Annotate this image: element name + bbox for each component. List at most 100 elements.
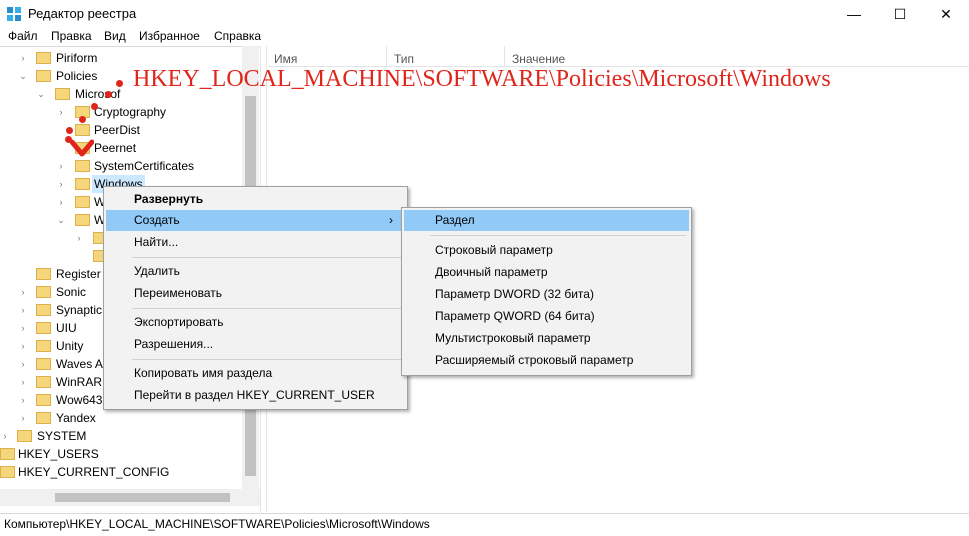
folder-icon [36, 340, 51, 352]
tree-item-label: Peernet [94, 141, 137, 155]
tree-item-label: Policies [56, 69, 98, 83]
expand-arrow-icon[interactable]: › [18, 301, 28, 319]
expand-arrow-icon[interactable]: › [74, 229, 84, 247]
tree-item-label: SYSTEM [37, 429, 87, 443]
folder-icon [36, 286, 51, 298]
ctx-expand[interactable]: Развернуть [134, 189, 203, 210]
menu-separator [430, 235, 686, 236]
collapse-arrow-icon[interactable]: ⌄ [18, 67, 28, 85]
menu-bar: Файл Правка Вид Избранное Справка [0, 28, 969, 46]
folder-icon [75, 178, 90, 190]
ctx-export[interactable]: Экспортировать [134, 312, 224, 333]
expand-arrow-icon[interactable]: › [18, 337, 28, 355]
ctx-rename[interactable]: Переименовать [134, 283, 222, 304]
minimize-button[interactable]: — [831, 0, 877, 28]
expand-arrow-icon[interactable]: › [18, 391, 28, 409]
folder-icon [75, 214, 90, 226]
regedit-app-icon [7, 7, 21, 21]
expand-arrow-icon[interactable]: › [18, 319, 28, 337]
expand-arrow-icon[interactable]: › [0, 427, 10, 445]
tree-item-label: Sonic [56, 285, 87, 299]
create-submenu: Раздел Строковый параметр Двоичный парам… [401, 207, 692, 376]
tree-item-label: PeerDist [94, 123, 141, 137]
menu-file[interactable]: Файл [8, 29, 38, 43]
tree-item-label: Microsof [75, 87, 121, 101]
folder-icon [36, 52, 51, 64]
column-name-header[interactable]: Имя [274, 52, 297, 66]
column-type-header[interactable]: Тип [394, 52, 414, 66]
submenu-expandable-string-value[interactable]: Расширяемый строковый параметр [435, 350, 633, 371]
collapse-arrow-icon[interactable]: ⌄ [56, 211, 66, 229]
tree-item-label: Piriform [56, 51, 98, 65]
status-bar: Компьютер\HKEY_LOCAL_MACHINE\SOFTWARE\Po… [0, 513, 969, 536]
folder-icon [0, 466, 15, 478]
folder-icon [55, 88, 70, 100]
tree-item-label: Wow643 [56, 393, 103, 407]
folder-icon [36, 376, 51, 388]
column-value-header[interactable]: Значение [512, 52, 565, 66]
expand-arrow-icon[interactable]: › [56, 193, 66, 211]
submenu-dword-value[interactable]: Параметр DWORD (32 бита) [435, 284, 594, 305]
window-title: Редактор реестра [28, 6, 137, 21]
ctx-create[interactable]: Создать › [106, 210, 405, 231]
menu-edit[interactable]: Правка [51, 29, 92, 43]
annotation-dot [91, 103, 98, 110]
collapse-arrow-icon[interactable]: ⌄ [36, 85, 46, 103]
ctx-find[interactable]: Найти... [134, 232, 178, 253]
maximize-button[interactable]: ☐ [877, 0, 923, 28]
tree-line [18, 265, 28, 283]
folder-icon [75, 124, 90, 136]
expand-arrow-icon[interactable]: › [18, 355, 28, 373]
tree-item-label: UIU [56, 321, 77, 335]
folder-icon [36, 322, 51, 334]
menu-favorites[interactable]: Избранное [139, 29, 200, 43]
menu-separator [132, 308, 402, 309]
submenu-string-value[interactable]: Строковый параметр [435, 240, 553, 261]
tree-item-label: Yandex [56, 411, 96, 425]
ctx-delete[interactable]: Удалить [134, 261, 180, 282]
ctx-create-label: Создать [134, 213, 180, 227]
expand-arrow-icon[interactable]: › [18, 409, 28, 427]
expand-arrow-icon[interactable]: › [56, 103, 66, 121]
tree-line [74, 247, 84, 265]
tree-horizontal-scroll-thumb[interactable] [55, 493, 230, 502]
folder-icon [75, 160, 90, 172]
column-divider[interactable] [504, 46, 505, 66]
folder-icon [36, 268, 51, 280]
submenu-multistring-value[interactable]: Мультистроковый параметр [435, 328, 591, 349]
annotation-dot [105, 91, 112, 98]
tree-line [56, 121, 66, 139]
annotation-dot [116, 80, 123, 87]
folder-icon [36, 394, 51, 406]
menu-view[interactable]: Вид [104, 29, 126, 43]
column-divider[interactable] [386, 46, 387, 66]
expand-arrow-icon[interactable]: › [56, 157, 66, 175]
tree-item-label: WinRAR [56, 375, 103, 389]
expand-arrow-icon[interactable]: › [18, 283, 28, 301]
ctx-goto-hkcu[interactable]: Перейти в раздел HKEY_CURRENT_USER [134, 385, 375, 406]
submenu-arrow-icon: › [389, 213, 393, 227]
submenu-key[interactable]: Раздел [404, 210, 689, 231]
tree-item-label: SystemCertificates [94, 159, 195, 173]
annotation-dot [66, 127, 73, 134]
folder-icon [36, 412, 51, 424]
tree-item-label: Synaptic [56, 303, 103, 317]
expand-arrow-icon[interactable]: › [56, 175, 66, 193]
expand-arrow-icon[interactable]: › [18, 49, 28, 67]
tree-item-label: Waves A [56, 357, 103, 371]
values-list-header: Имя Тип Значение [268, 46, 969, 67]
ctx-copy-key-name[interactable]: Копировать имя раздела [134, 363, 272, 384]
title-bar: Редактор реестра — ☐ ✕ [0, 0, 969, 28]
status-path: Компьютер\HKEY_LOCAL_MACHINE\SOFTWARE\Po… [4, 517, 430, 531]
close-button[interactable]: ✕ [923, 0, 969, 28]
menu-help[interactable]: Справка [214, 29, 261, 43]
tree-item-label: HKEY_USERS [18, 447, 99, 461]
tree-line [56, 139, 66, 157]
menu-separator [132, 359, 402, 360]
expand-arrow-icon[interactable]: › [18, 373, 28, 391]
submenu-qword-value[interactable]: Параметр QWORD (64 бита) [435, 306, 595, 327]
ctx-permissions[interactable]: Разрешения... [134, 334, 213, 355]
submenu-binary-value[interactable]: Двоичный параметр [435, 262, 548, 283]
annotation-arrowhead-icon [70, 139, 94, 157]
tree-item-label: Cryptography [94, 105, 167, 119]
